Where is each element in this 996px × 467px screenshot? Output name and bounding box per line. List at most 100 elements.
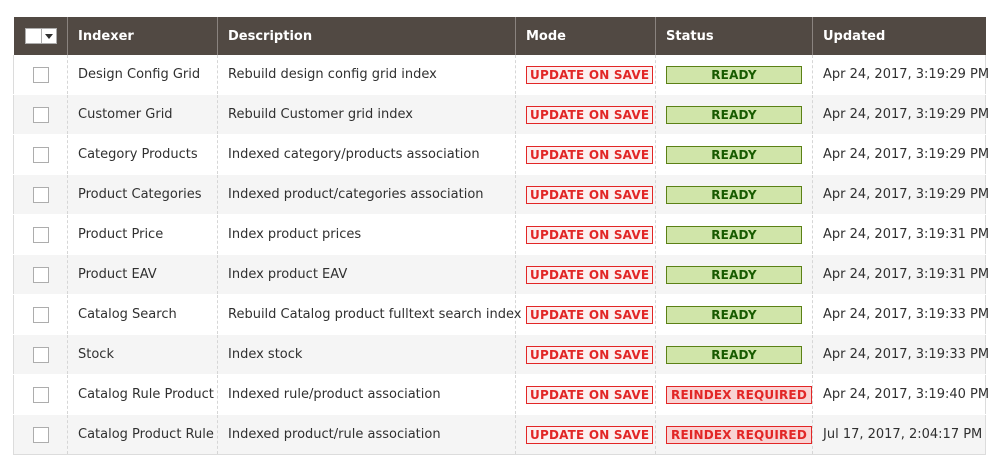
indexer-description: Index product prices: [228, 227, 362, 242]
status-badge: READY: [666, 305, 802, 324]
updated-cell: Apr 24, 2017, 3:19:31 PM: [812, 254, 990, 295]
indexer-cell: Catalog Search: [67, 294, 218, 335]
indexer-description: Indexed product/categories association: [228, 187, 484, 202]
mode-badge: UPDATE ON SAVE: [526, 65, 654, 84]
column-header-description[interactable]: Description: [217, 17, 516, 55]
description-cell: Indexed category/products association: [217, 134, 516, 175]
mass-select-checkbox[interactable]: [24, 28, 42, 44]
table-row[interactable]: Catalog Product Rule Indexed product/rule…: [13, 414, 986, 455]
mode-cell: UPDATE ON SAVE: [515, 134, 656, 175]
index-management-grid: Indexer Description Mode Status Updated …: [13, 17, 990, 455]
updated-cell: Apr 24, 2017, 3:19:33 PM: [812, 294, 990, 335]
mode-cell: UPDATE ON SAVE: [515, 374, 656, 415]
status-badge: READY: [666, 185, 802, 204]
status-cell: REINDEX REQUIRED: [655, 374, 813, 415]
mode-cell: UPDATE ON SAVE: [515, 254, 656, 295]
indexer-name: Product EAV: [78, 267, 157, 282]
grid-header-row: Indexer Description Mode Status Updated: [13, 17, 986, 55]
table-row[interactable]: Catalog Search Rebuild Catalog product fu…: [13, 294, 990, 335]
status-badge: REINDEX REQUIRED: [666, 385, 812, 404]
mode-badge: UPDATE ON SAVE: [526, 185, 654, 204]
updated-cell: Apr 24, 2017, 3:19:40 PM: [812, 374, 989, 415]
indexer-cell: Customer Grid: [67, 94, 218, 135]
table-row[interactable]: Design Config Grid Rebuild design config …: [13, 55, 990, 95]
indexer-cell: Product Categories: [67, 174, 218, 215]
table-row[interactable]: Customer Grid Rebuild Customer grid index…: [13, 94, 989, 135]
updated-timestamp: Apr 24, 2017, 3:19:31 PM: [823, 267, 990, 282]
indexer-name: Stock: [78, 347, 114, 362]
mode-badge: UPDATE ON SAVE: [526, 265, 654, 284]
status-cell: READY: [655, 174, 813, 215]
mode-badge: UPDATE ON SAVE: [526, 305, 654, 324]
description-cell: Indexed product/rule association: [217, 414, 516, 455]
row-checkbox[interactable]: [32, 386, 49, 403]
column-header-indexer[interactable]: Indexer: [67, 17, 218, 55]
row-select-cell: [13, 414, 68, 455]
row-checkbox[interactable]: [32, 226, 49, 243]
status-cell: READY: [655, 254, 813, 295]
column-header-mode[interactable]: Mode: [515, 17, 656, 55]
column-header-status[interactable]: Status: [655, 17, 813, 55]
mode-badge: UPDATE ON SAVE: [526, 145, 654, 164]
row-checkbox[interactable]: [32, 306, 49, 323]
updated-timestamp: Apr 24, 2017, 3:19:29 PM: [823, 147, 990, 162]
status-cell: READY: [655, 294, 813, 335]
table-row[interactable]: Product Categories Indexed product/catego…: [13, 174, 990, 215]
row-checkbox[interactable]: [32, 346, 49, 363]
table-row[interactable]: Product Price Index product prices UPDATE …: [13, 214, 989, 255]
status-badge: READY: [666, 345, 802, 364]
indexer-description: Index stock: [228, 347, 303, 362]
mass-select-dropdown[interactable]: [24, 28, 57, 44]
column-header-updated[interactable]: Updated: [812, 17, 986, 55]
status-cell: READY: [655, 94, 813, 135]
chevron-down-icon[interactable]: [41, 28, 57, 44]
description-cell: Rebuild Customer grid index: [217, 94, 516, 135]
indexer-description: Indexed rule/product association: [228, 387, 441, 402]
table-row[interactable]: Stock Index stock UPDATE ON SAVE READY Apr 2…: [13, 334, 989, 375]
indexer-name: Catalog Search: [78, 307, 177, 322]
mode-badge: UPDATE ON SAVE: [526, 345, 654, 364]
row-select-cell: [13, 374, 68, 415]
updated-cell: Apr 24, 2017, 3:19:29 PM: [812, 94, 989, 135]
status-badge: REINDEX REQUIRED: [666, 425, 812, 444]
description-cell: Index stock: [217, 334, 516, 375]
indexer-cell: Design Config Grid: [67, 55, 218, 95]
mode-badge: UPDATE ON SAVE: [526, 225, 654, 244]
mode-cell: UPDATE ON SAVE: [515, 94, 656, 135]
updated-cell: Apr 24, 2017, 3:19:33 PM: [812, 334, 989, 375]
indexer-description: Indexed product/rule association: [228, 427, 441, 442]
row-select-cell: [13, 214, 68, 255]
table-row[interactable]: Product EAV Index product EAV UPDATE ON SA…: [13, 254, 990, 295]
description-cell: Indexed product/categories association: [217, 174, 516, 215]
indexer-cell: Catalog Rule Product: [67, 374, 218, 415]
row-select-cell: [13, 55, 68, 95]
row-checkbox[interactable]: [32, 266, 49, 283]
indexer-cell: Category Products: [67, 134, 218, 175]
description-cell: Index product EAV: [217, 254, 516, 295]
updated-timestamp: Apr 24, 2017, 3:19:33 PM: [823, 307, 990, 322]
row-select-cell: [13, 174, 68, 215]
updated-timestamp: Apr 24, 2017, 3:19:29 PM: [823, 67, 990, 82]
indexer-description: Indexed category/products association: [228, 147, 480, 162]
indexer-description: Rebuild Customer grid index: [228, 107, 413, 122]
status-badge: READY: [666, 65, 802, 84]
mode-cell: UPDATE ON SAVE: [515, 214, 656, 255]
row-checkbox[interactable]: [32, 186, 49, 203]
indexer-cell: Product EAV: [67, 254, 218, 295]
indexer-name: Design Config Grid: [78, 67, 201, 82]
row-checkbox[interactable]: [32, 426, 49, 443]
mode-cell: UPDATE ON SAVE: [515, 174, 656, 215]
updated-cell: Apr 24, 2017, 3:19:29 PM: [812, 55, 990, 95]
row-checkbox[interactable]: [32, 66, 49, 83]
status-badge: READY: [666, 265, 802, 284]
updated-timestamp: Jul 17, 2017, 2:04:17 PM: [823, 427, 983, 442]
indexer-cell: Product Price: [67, 214, 218, 255]
status-badge: READY: [666, 145, 802, 164]
updated-cell: Apr 24, 2017, 3:19:31 PM: [812, 214, 989, 255]
table-row[interactable]: Catalog Rule Product Indexed rule/product…: [13, 374, 989, 415]
updated-timestamp: Apr 24, 2017, 3:19:29 PM: [823, 187, 990, 202]
row-checkbox[interactable]: [32, 146, 49, 163]
row-checkbox[interactable]: [32, 106, 49, 123]
table-row[interactable]: Category Products Indexed category/produc…: [13, 134, 990, 175]
status-cell: REINDEX REQUIRED: [655, 414, 813, 455]
